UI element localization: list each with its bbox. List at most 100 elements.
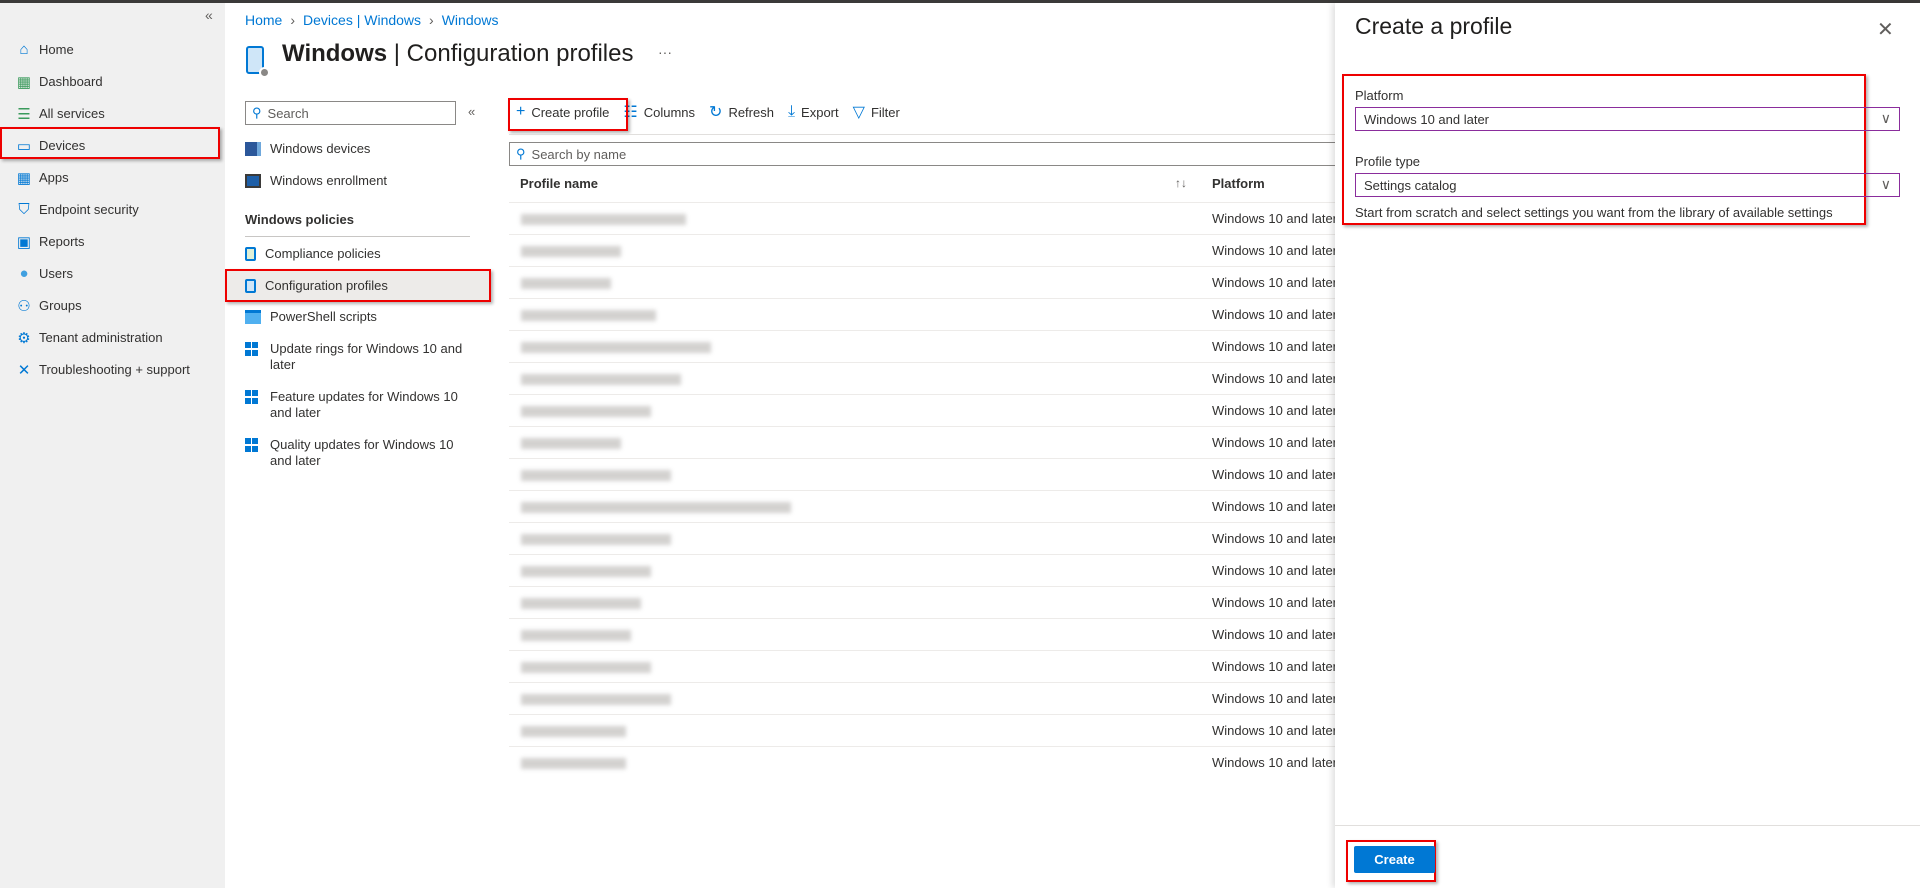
list-icon: ☰ (17, 105, 31, 123)
nav-item-dashboard[interactable]: ▦ Dashboard (0, 66, 219, 97)
subnav-item-label: Windows enrollment (270, 173, 388, 188)
blurred-profile-name (521, 214, 686, 225)
table-row[interactable]: Windows 10 and later (509, 746, 1337, 778)
blurred-profile-name (521, 758, 626, 769)
blurred-profile-name (521, 534, 671, 545)
chevron-down-icon: ∨ (1880, 176, 1891, 192)
subnav-search-input[interactable]: ⚲ Search (245, 101, 456, 125)
nav-item-troubleshooting-support[interactable]: ✕ Troubleshooting + support (0, 354, 219, 385)
configuration-profile-icon (246, 46, 270, 78)
nav-item-label: Home (39, 42, 74, 57)
filter-button[interactable]: ▽ Filter (853, 102, 900, 122)
table-row[interactable]: Windows 10 and later (509, 554, 1338, 586)
table-row[interactable]: Windows 10 and later (509, 522, 1338, 554)
profile-type-value: Settings catalog (1364, 177, 1457, 193)
page-title-bold: Windows (282, 40, 388, 67)
refresh-icon: ↻ (709, 104, 723, 121)
blurred-profile-name (521, 374, 681, 385)
breadcrumb-devices-windows[interactable]: Devices | Windows (303, 12, 421, 28)
nav-item-tenant-administration[interactable]: ⚙ Tenant administration (0, 322, 219, 353)
table-row[interactable]: Windows 10 and later (509, 618, 1337, 650)
filter-icon: ▽ (852, 104, 865, 121)
blurred-profile-name (521, 694, 671, 705)
platform-cell: Windows 10 and later (1212, 307, 1338, 322)
table-row[interactable]: Windows 10 and later (509, 362, 1337, 394)
breadcrumb-windows[interactable]: Windows (442, 12, 499, 28)
search-icon: ⚲ (516, 146, 526, 161)
platform-cell: Windows 10 and later (1212, 467, 1338, 482)
column-header-profile-name[interactable]: Profile name (520, 174, 598, 194)
nav-item-users[interactable]: ● Users (0, 258, 219, 289)
platform-dropdown[interactable]: Windows 10 and later ∨ (1355, 107, 1900, 131)
shield-icon: ⛉ (18, 201, 30, 218)
more-options-button[interactable]: ··· (658, 44, 672, 60)
nav-item-label: Endpoint security (39, 202, 139, 217)
nav-item-apps[interactable]: ▦ Apps (0, 162, 219, 193)
highlight-profile-settings (1342, 74, 1866, 225)
powershell-icon (245, 310, 261, 324)
nav-item-home[interactable]: ⌂ Home (0, 34, 219, 65)
collapse-subnav-button[interactable]: « (468, 104, 475, 119)
table-row[interactable]: Windows 10 and later (509, 234, 1337, 266)
blurred-profile-name (521, 726, 626, 737)
nav-item-label: Users (39, 266, 73, 281)
table-row[interactable]: Windows 10 and later (509, 202, 1337, 234)
subnav-item-windows-enrollment[interactable]: Windows enrollment (245, 173, 387, 189)
close-icon[interactable]: ✕ (1877, 17, 1894, 42)
table-row[interactable]: Windows 10 and later (509, 458, 1338, 490)
refresh-button[interactable]: ↻ Refresh (709, 102, 774, 122)
export-button[interactable]: ⤓ Export (788, 103, 839, 121)
nav-item-endpoint-security[interactable]: ⛉ Endpoint security (0, 194, 219, 225)
table-row[interactable]: Windows 10 and later (509, 266, 1337, 298)
table-row[interactable]: Windows 10 and later (509, 682, 1337, 714)
table-row[interactable]: Windows 10 and later (509, 298, 1338, 330)
nav-item-all-services[interactable]: ☰ All services (0, 98, 219, 129)
sort-icon[interactable]: ↑↓ (1175, 176, 1187, 190)
column-header-platform[interactable]: Platform (1212, 174, 1265, 194)
home-icon: ⌂ (19, 41, 29, 58)
dashboard-icon: ▦ (16, 73, 32, 91)
search-by-name-input[interactable]: ⚲ Search by name (509, 142, 1349, 166)
blurred-profile-name (521, 630, 631, 641)
table-row[interactable]: Windows 10 and later (509, 714, 1337, 746)
breadcrumb: Home › Devices | Windows › Windows (245, 12, 499, 28)
platform-cell: Windows 10 and later (1212, 339, 1338, 354)
divider (245, 236, 470, 237)
breadcrumb-home[interactable]: Home (245, 12, 282, 28)
collapse-nav-button[interactable]: « (205, 7, 213, 23)
nav-item-reports[interactable]: ▣ Reports (0, 226, 219, 257)
table-row[interactable]: Windows 10 and later (509, 394, 1338, 426)
apps-icon: ▦ (16, 169, 32, 187)
table-row[interactable]: Windows 10 and later (509, 490, 1338, 522)
subnav-item-configuration-profiles[interactable]: Configuration profiles (245, 278, 388, 294)
subnav-item-quality-updates[interactable]: Quality updates for Windows 10 and later (245, 437, 470, 469)
subnav-item-label: Configuration profiles (265, 278, 388, 293)
nav-item-label: All services (39, 106, 105, 121)
subnav-item-powershell-scripts[interactable]: PowerShell scripts (245, 309, 377, 325)
create-button[interactable]: Create (1354, 846, 1435, 873)
platform-cell: Windows 10 and later (1212, 531, 1338, 546)
refresh-label: Refresh (728, 104, 774, 120)
subnav-item-windows-devices[interactable]: Windows devices (245, 141, 370, 157)
platform-cell: Windows 10 and later (1212, 499, 1338, 514)
compliance-icon (245, 247, 256, 261)
blurred-profile-name (521, 502, 791, 513)
table-row[interactable]: Windows 10 and later (509, 650, 1337, 682)
footer-divider (1335, 825, 1920, 826)
table-row[interactable]: Windows 10 and later (509, 426, 1337, 458)
table-row[interactable]: Windows 10 and later (509, 330, 1338, 362)
subnav-item-feature-updates[interactable]: Feature updates for Windows 10 and later (245, 389, 470, 421)
blurred-profile-name (521, 310, 656, 321)
nav-item-groups[interactable]: ⚇ Groups (0, 290, 219, 321)
table-row[interactable]: Windows 10 and later (509, 586, 1337, 618)
platform-cell: Windows 10 and later (1212, 563, 1338, 578)
highlight-create-profile (508, 98, 628, 131)
reports-icon: ▣ (16, 233, 32, 251)
subnav-item-compliance-policies[interactable]: Compliance policies (245, 246, 381, 262)
platform-cell: Windows 10 and later (1212, 403, 1338, 418)
subnav-item-label: Update rings for Windows 10 and later (270, 341, 463, 372)
subnav-item-update-rings[interactable]: Update rings for Windows 10 and later (245, 341, 470, 373)
profile-type-dropdown[interactable]: Settings catalog ∨ (1355, 173, 1900, 197)
columns-button[interactable]: ☷ Columns (623, 102, 695, 122)
platform-value: Windows 10 and later (1364, 111, 1490, 127)
